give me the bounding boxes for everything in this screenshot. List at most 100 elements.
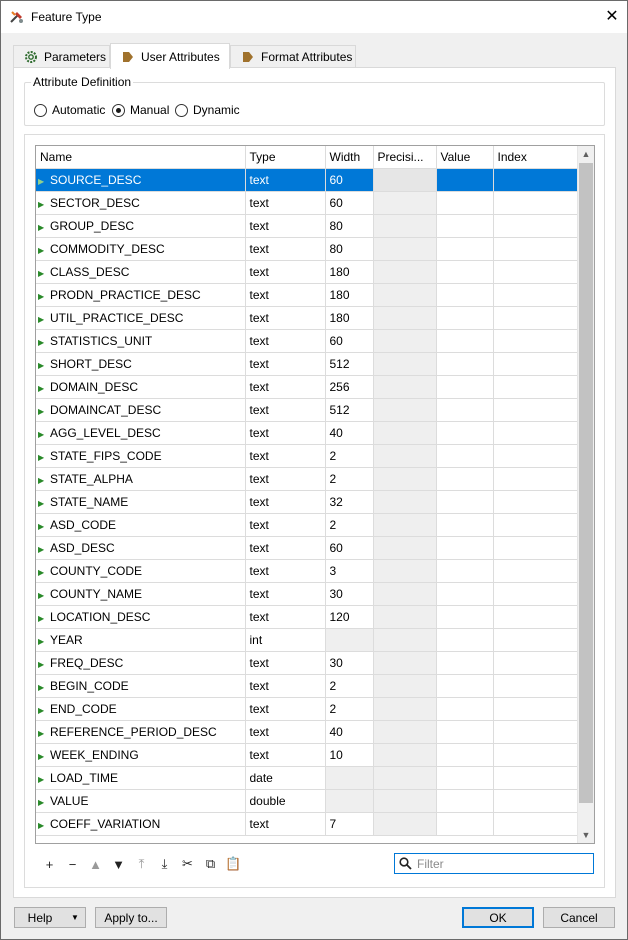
cell-width[interactable]: 180 (325, 260, 374, 284)
attributes-table[interactable]: Name Type Width Precisi... Value Index ▶… (35, 145, 595, 844)
cell-type[interactable]: text (245, 812, 326, 836)
table-row[interactable]: ▶ REFERENCE_PERIOD_DESC text 40 (36, 720, 578, 744)
paste-button[interactable]: 📋 (222, 854, 245, 874)
cell-type[interactable]: text (245, 375, 326, 399)
cell-type[interactable]: text (245, 237, 326, 261)
tab-user-attributes[interactable]: User Attributes (110, 43, 230, 69)
cell-width[interactable] (325, 766, 374, 790)
expand-arrow-icon[interactable]: ▶ (38, 476, 50, 485)
cell-index[interactable] (493, 490, 578, 514)
help-button[interactable]: Help ▼ (14, 907, 86, 928)
expand-arrow-icon[interactable]: ▶ (38, 591, 50, 600)
cell-precision[interactable] (373, 352, 437, 376)
cell-name[interactable]: ▶ STATE_ALPHA (36, 467, 246, 491)
cell-type[interactable]: text (245, 168, 326, 192)
cell-name[interactable]: ▶ ASD_DESC (36, 536, 246, 560)
cell-type[interactable]: double (245, 789, 326, 813)
expand-arrow-icon[interactable]: ▶ (38, 729, 50, 738)
cell-value[interactable] (436, 168, 494, 192)
cell-precision[interactable] (373, 191, 437, 215)
cell-width[interactable]: 60 (325, 191, 374, 215)
cell-precision[interactable] (373, 237, 437, 261)
remove-row-button[interactable]: − (61, 854, 84, 874)
table-row[interactable]: ▶ PRODN_PRACTICE_DESC text 180 (36, 283, 578, 307)
expand-arrow-icon[interactable]: ▶ (38, 499, 50, 508)
cell-precision[interactable] (373, 812, 437, 836)
expand-arrow-icon[interactable]: ▶ (38, 430, 50, 439)
table-row[interactable]: ▶ STATE_NAME text 32 (36, 490, 578, 514)
cell-name[interactable]: ▶ DOMAINCAT_DESC (36, 398, 246, 422)
cell-index[interactable] (493, 697, 578, 721)
cell-type[interactable]: text (245, 605, 326, 629)
cell-precision[interactable] (373, 329, 437, 353)
cell-type[interactable]: int (245, 628, 326, 652)
cell-precision[interactable] (373, 536, 437, 560)
cell-name[interactable]: ▶ SECTOR_DESC (36, 191, 246, 215)
table-row[interactable]: ▶ SECTOR_DESC text 60 (36, 191, 578, 215)
cell-name[interactable]: ▶ REFERENCE_PERIOD_DESC (36, 720, 246, 744)
cell-precision[interactable] (373, 697, 437, 721)
cell-type[interactable]: text (245, 283, 326, 307)
expand-arrow-icon[interactable]: ▶ (38, 361, 50, 370)
radio-automatic[interactable]: Automatic (34, 103, 105, 117)
cell-value[interactable] (436, 651, 494, 675)
cell-name[interactable]: ▶ STATISTICS_UNIT (36, 329, 246, 353)
cell-precision[interactable] (373, 628, 437, 652)
cell-width[interactable]: 2 (325, 513, 374, 537)
expand-arrow-icon[interactable]: ▶ (38, 683, 50, 692)
cell-type[interactable]: text (245, 352, 326, 376)
cell-width[interactable]: 80 (325, 214, 374, 238)
table-row[interactable]: ▶ COUNTY_NAME text 30 (36, 582, 578, 606)
cut-button[interactable]: ✂ (176, 854, 199, 874)
add-row-button[interactable]: + (38, 854, 61, 874)
cell-precision[interactable] (373, 720, 437, 744)
expand-arrow-icon[interactable]: ▶ (38, 315, 50, 324)
cell-value[interactable] (436, 766, 494, 790)
column-header-width[interactable]: Width (325, 146, 374, 169)
expand-arrow-icon[interactable]: ▶ (38, 637, 50, 646)
cell-name[interactable]: ▶ YEAR (36, 628, 246, 652)
cell-value[interactable] (436, 421, 494, 445)
table-row[interactable]: ▶ ASD_CODE text 2 (36, 513, 578, 537)
cell-value[interactable] (436, 674, 494, 698)
cell-width[interactable]: 60 (325, 536, 374, 560)
cell-index[interactable] (493, 214, 578, 238)
cell-value[interactable] (436, 237, 494, 261)
expand-arrow-icon[interactable]: ▶ (38, 384, 50, 393)
table-row[interactable]: ▶ LOCATION_DESC text 120 (36, 605, 578, 629)
cell-precision[interactable] (373, 168, 437, 192)
table-row[interactable]: ▶ END_CODE text 2 (36, 697, 578, 721)
cell-precision[interactable] (373, 444, 437, 468)
cell-name[interactable]: ▶ ASD_CODE (36, 513, 246, 537)
table-row[interactable]: ▶ STATE_ALPHA text 2 (36, 467, 578, 491)
cell-type[interactable]: text (245, 444, 326, 468)
cell-type[interactable]: text (245, 559, 326, 583)
cell-index[interactable] (493, 559, 578, 583)
expand-arrow-icon[interactable]: ▶ (38, 522, 50, 531)
cell-index[interactable] (493, 467, 578, 491)
cell-precision[interactable] (373, 260, 437, 284)
cell-index[interactable] (493, 375, 578, 399)
cell-value[interactable] (436, 260, 494, 284)
cell-index[interactable] (493, 536, 578, 560)
cell-index[interactable] (493, 743, 578, 767)
expand-arrow-icon[interactable]: ▶ (38, 407, 50, 416)
cell-width[interactable]: 30 (325, 651, 374, 675)
expand-arrow-icon[interactable]: ▶ (38, 223, 50, 232)
cell-type[interactable]: text (245, 743, 326, 767)
cell-name[interactable]: ▶ AGG_LEVEL_DESC (36, 421, 246, 445)
table-row[interactable]: ▶ YEAR int (36, 628, 578, 652)
expand-arrow-icon[interactable]: ▶ (38, 453, 50, 462)
cell-width[interactable]: 60 (325, 168, 374, 192)
cell-type[interactable]: text (245, 697, 326, 721)
cell-width[interactable]: 2 (325, 697, 374, 721)
expand-arrow-icon[interactable]: ▶ (38, 660, 50, 669)
cell-index[interactable] (493, 398, 578, 422)
cell-name[interactable]: ▶ SOURCE_DESC (36, 168, 246, 192)
cell-value[interactable] (436, 329, 494, 353)
cell-value[interactable] (436, 283, 494, 307)
cell-precision[interactable] (373, 467, 437, 491)
cell-index[interactable] (493, 720, 578, 744)
cell-index[interactable] (493, 674, 578, 698)
cell-type[interactable]: text (245, 536, 326, 560)
